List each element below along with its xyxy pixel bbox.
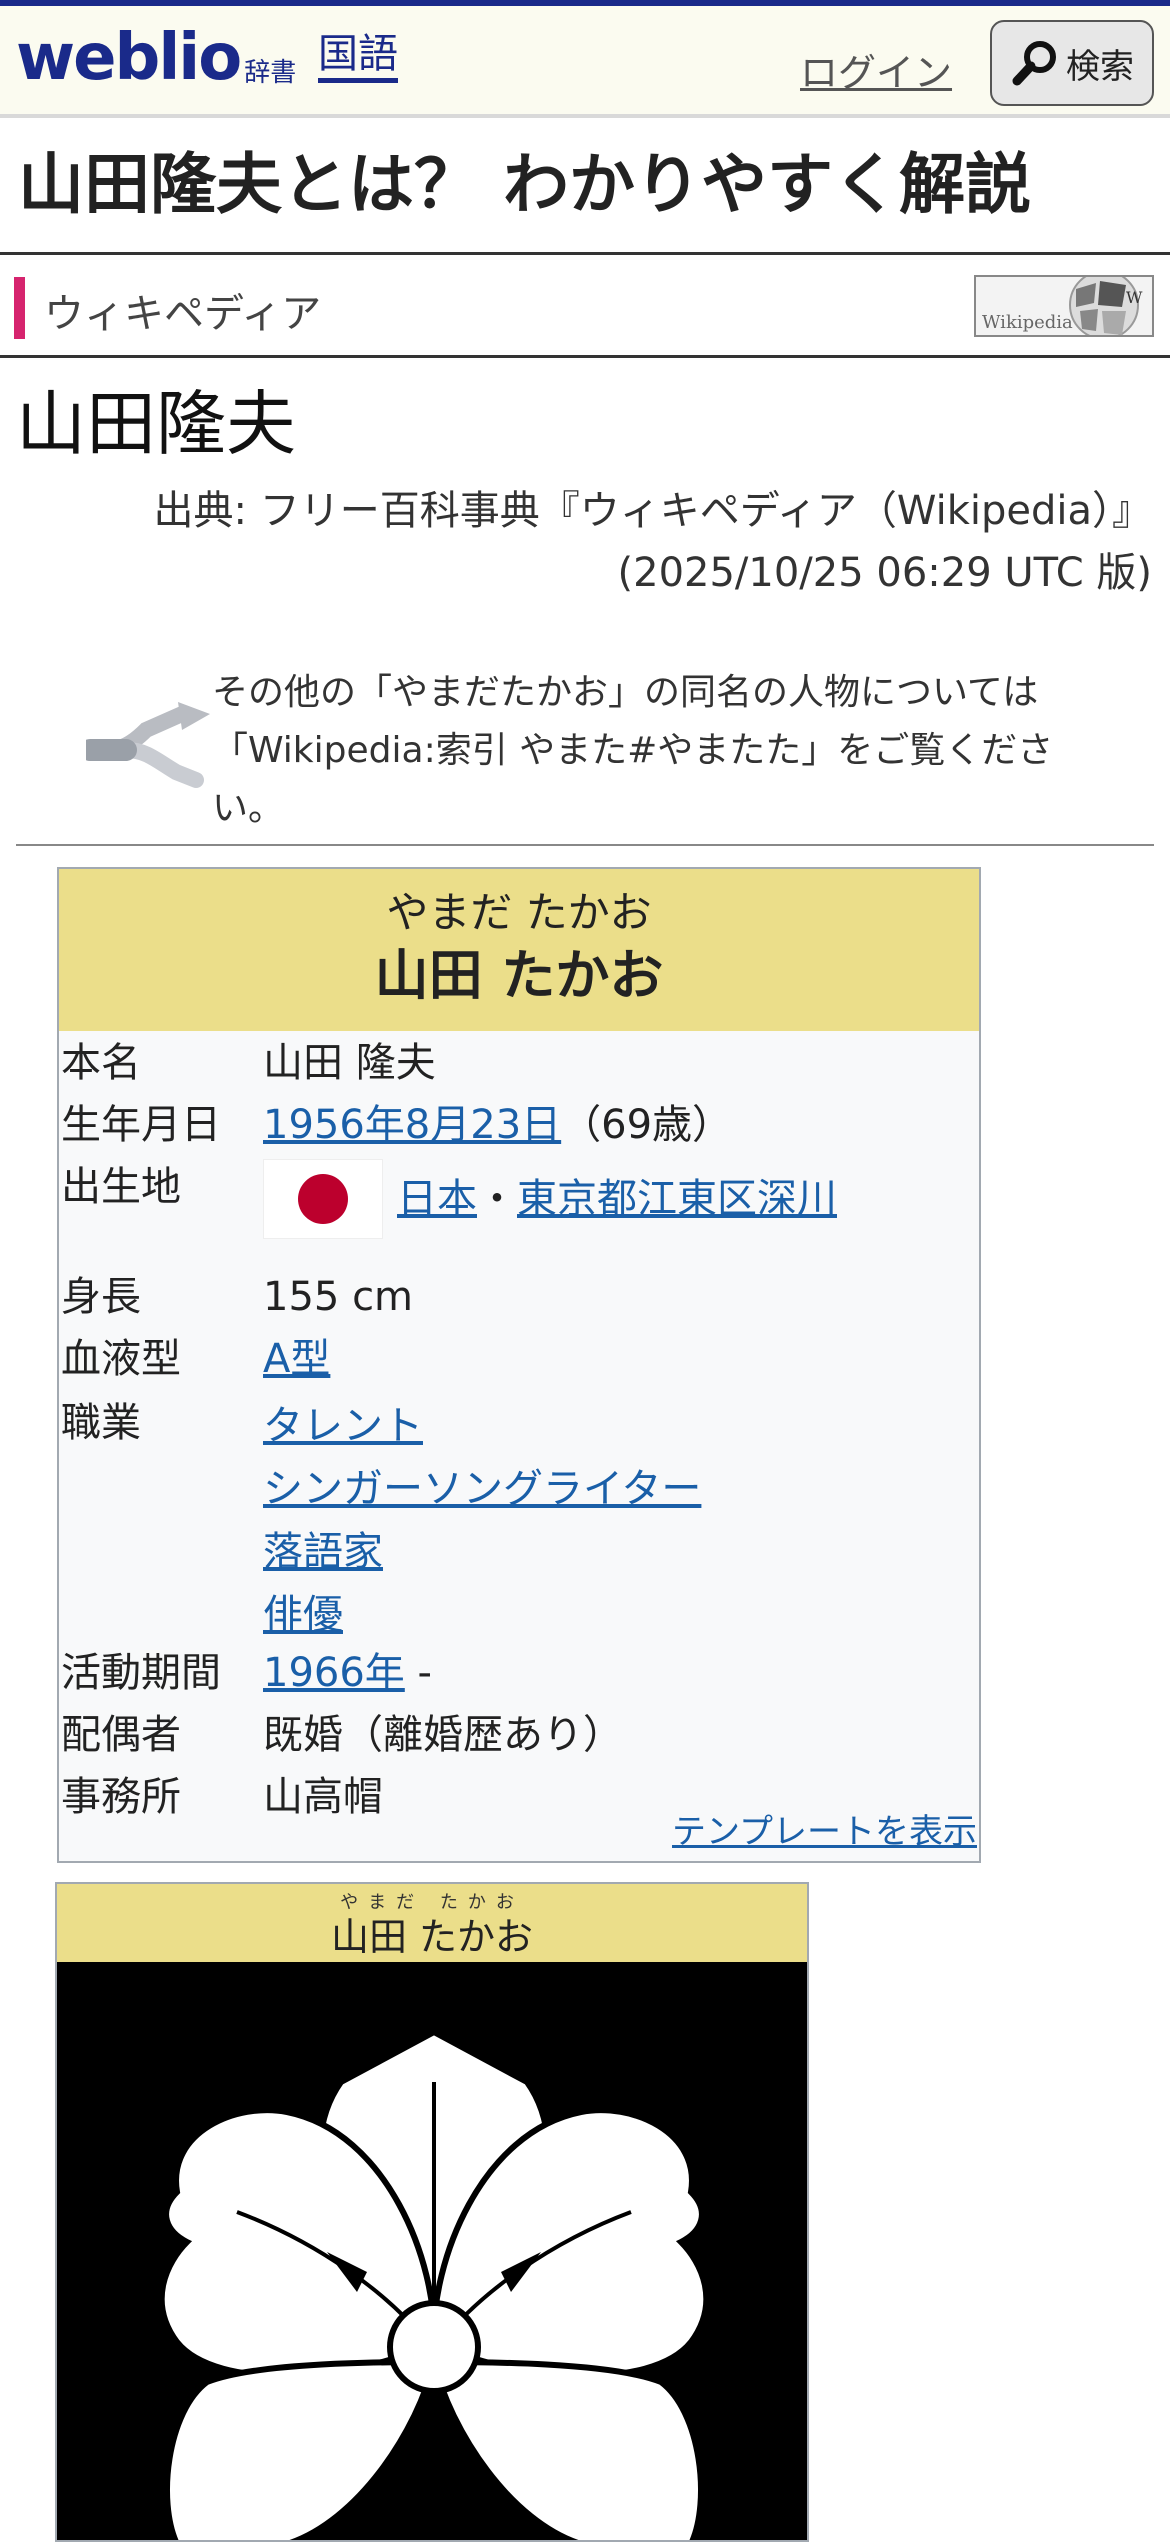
occupation-link-rakugo[interactable]: 落語家 <box>263 1529 383 1575</box>
japan-flag-icon <box>263 1159 383 1239</box>
infobox-value: A型 <box>263 1331 330 1387</box>
section-label: ウィキペディア <box>44 291 322 337</box>
crest-infobox: やまだ たかお 山田 たかお <box>55 1882 809 2542</box>
infobox-key: 配偶者 <box>61 1712 181 1758</box>
wikipedia-logo[interactable]: W Wikipedia <box>974 275 1154 337</box>
infobox-value: 1966年 - <box>263 1645 432 1701</box>
article-heading: 山田隆夫 <box>16 383 296 465</box>
login-link[interactable]: ログイン <box>800 42 952 97</box>
page-title: 山田隆夫とは？ わかりやすく解説 <box>0 118 1170 255</box>
nav-kokugo-link[interactable]: 国語 <box>318 30 398 83</box>
infobox-value: 1956年8月23日（69歳） <box>263 1097 732 1153</box>
infobox-key: 生年月日 <box>61 1102 221 1148</box>
section-accent <box>14 277 25 339</box>
infobox-key: 本名 <box>61 1040 141 1086</box>
separator: ・ <box>477 1176 517 1222</box>
infobox-value: 山田 隆夫 <box>263 1040 436 1086</box>
active-year-link[interactable]: 1966年 <box>263 1650 405 1696</box>
wikipedia-logo-text: Wikipedia <box>982 312 1073 333</box>
blood-type-link[interactable]: A型 <box>263 1336 330 1382</box>
logo-subtitle: 辞書 <box>244 58 297 88</box>
active-year-suffix: - <box>404 1650 432 1696</box>
infobox-kana: やまだ たかお <box>386 888 652 937</box>
source-line-1: 出典: フリー百科事典『ウィキペディア（Wikipedia）』 <box>153 488 1152 534</box>
disambiguation-text: その他の「やまだたかお」の同名の人物については「Wikipedia:索引 やまた… <box>212 672 1054 829</box>
birthdate-link[interactable]: 1956年8月23日 <box>263 1102 561 1148</box>
family-crest-image <box>57 1962 807 2540</box>
show-template-link[interactable]: テンプレートを表示 <box>672 1804 977 1853</box>
crest-header: やまだ たかお 山田 たかお <box>57 1884 807 1962</box>
logo-text: weblio <box>16 21 242 95</box>
infobox-value: 155 cm <box>263 1274 414 1320</box>
infobox-key: 血液型 <box>61 1336 181 1382</box>
occupation-link-actor[interactable]: 俳優 <box>263 1592 343 1638</box>
site-header: weblio 辞書 国語 ログイン 検索 <box>0 6 1170 118</box>
search-button-label: 検索 <box>1066 46 1134 87</box>
infobox-header: やまだ たかお 山田 たかお <box>59 869 979 1031</box>
infobox-name: 山田 たかお <box>374 944 664 1007</box>
infobox: やまだ たかお 山田 たかお 本名 山田 隆夫 生年月日 1956年8月23日（… <box>57 867 981 1863</box>
infobox-key: 職業 <box>61 1400 141 1446</box>
infobox-key: 活動期間 <box>61 1650 221 1696</box>
disambiguation-note: その他の「やまだたかお」の同名の人物については「Wikipedia:索引 やまた… <box>0 664 1170 844</box>
weblio-logo[interactable]: weblio 辞書 <box>16 26 296 90</box>
infobox-value: タレント シンガーソングライター 落語家 俳優 <box>263 1395 701 1647</box>
section-header: ウィキペディア W Wikipedia <box>0 255 1170 358</box>
infobox-key: 事務所 <box>61 1774 181 1820</box>
source-citation: 出典: フリー百科事典『ウィキペディア（Wikipedia）』 (2025/10… <box>0 480 1170 604</box>
infobox-value: 既婚（離婚歴あり） <box>263 1712 623 1758</box>
age-text: （69歳） <box>561 1102 733 1148</box>
birthplace-country-link[interactable]: 日本 <box>397 1176 477 1222</box>
search-button[interactable]: 検索 <box>990 20 1154 106</box>
infobox-value: 日本・東京都江東区深川 <box>263 1159 837 1239</box>
infobox-key: 出生地 <box>61 1164 181 1210</box>
svg-text:W: W <box>1126 288 1143 307</box>
search-icon <box>1012 41 1056 86</box>
infobox-key: 身長 <box>61 1274 141 1320</box>
crest-name: 山田 たかお <box>330 1915 534 1959</box>
infobox-value: 山高帽 <box>263 1774 383 1820</box>
disambiguation-icon <box>86 702 210 788</box>
occupation-link-songwriter[interactable]: シンガーソングライター <box>263 1466 701 1512</box>
birthplace-city-link[interactable]: 東京都江東区深川 <box>517 1176 837 1222</box>
occupation-link-talent[interactable]: タレント <box>263 1403 423 1449</box>
source-line-2: (2025/10/25 06:29 UTC 版) <box>617 550 1152 596</box>
divider <box>16 844 1154 846</box>
